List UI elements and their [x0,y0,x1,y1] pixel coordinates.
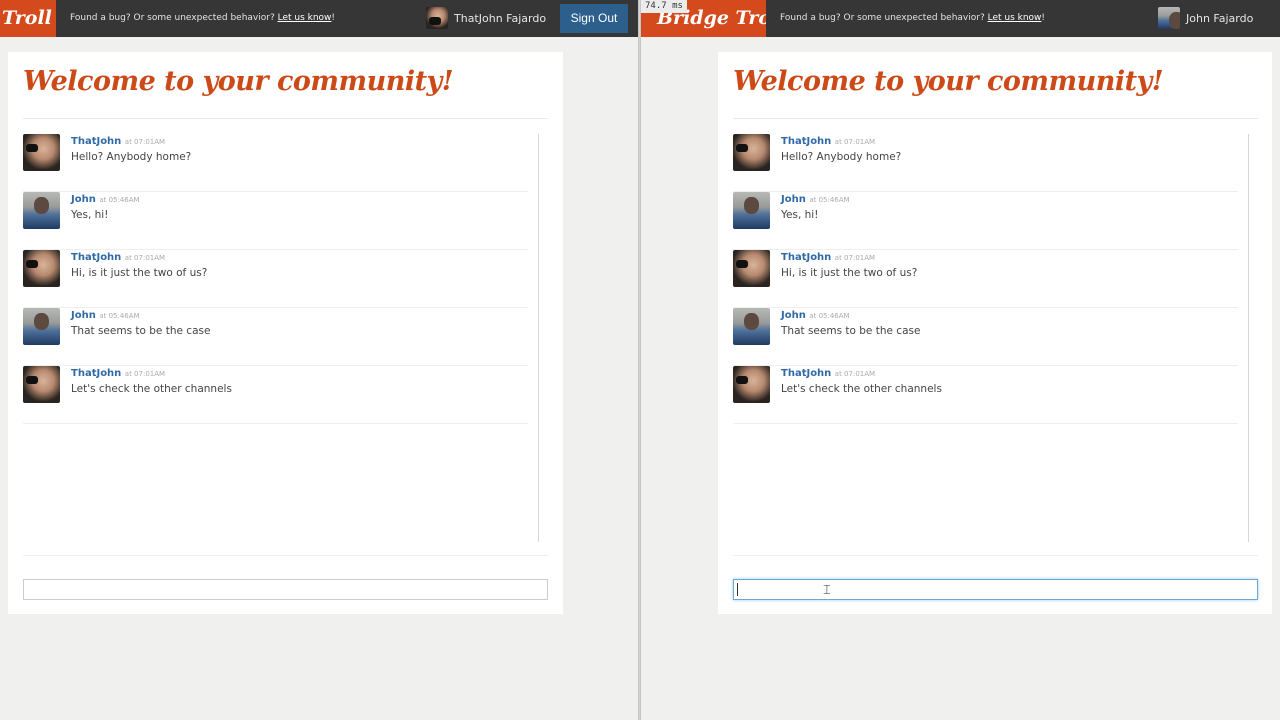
message-timestamp: at 05:46AM [99,312,140,320]
message-item: ThatJohn at 07:01AM Let's check the othe… [733,366,1238,424]
message-input[interactable] [733,579,1258,600]
author-link[interactable]: John [781,310,806,321]
user-name: John Fajardo [1186,11,1254,25]
bug-notice: Found a bug? Or some unexpected behavior… [780,13,1045,23]
message-item: ThatJohn at 07:01AM Hi, is it just the t… [733,250,1238,308]
author-link[interactable]: John [71,310,96,321]
message-timestamp: at 05:46AM [99,196,140,204]
author-link[interactable]: John [71,194,96,205]
user-menu[interactable]: ThatJohn Fajardo [426,7,546,29]
page-title: Welcome to your community! [23,66,454,97]
author-link[interactable]: John [781,194,806,205]
message-text: Let's check the other channels [71,383,232,395]
message-item: ThatJohn at 07:01AM Hi, is it just the t… [23,250,528,308]
author-link[interactable]: ThatJohn [71,368,121,379]
thatjohn-avatar [733,366,770,403]
bug-notice-text: Found a bug? Or some unexpected behavior… [780,13,988,23]
john-avatar [23,308,60,345]
community-card: Welcome to your community! ThatJohn at 0… [718,52,1272,614]
author-link[interactable]: ThatJohn [781,368,831,379]
message-item: John at 05:46AM That seems to be the cas… [23,308,528,366]
navbar: Troll Found a bug? Or some unexpected be… [0,0,638,37]
title-divider [733,118,1258,119]
message-author: John at 05:46AM [71,194,140,205]
render-timing-badge: 74.7 ms [641,0,687,13]
composer-divider [23,555,548,556]
message-item: John at 05:46AM That seems to be the cas… [733,308,1238,366]
message-timestamp: at 07:01AM [834,138,876,146]
message-timestamp: at 07:01AM [124,254,166,262]
title-divider [23,118,548,119]
user-avatar [426,7,448,29]
message-timestamp: at 07:01AM [124,138,166,146]
sign-out-button[interactable]: Sign Out [560,4,628,33]
thatjohn-avatar [23,134,60,171]
user-menu[interactable]: John Fajardo [1158,7,1253,29]
bridge-troll-logo[interactable]: Troll [0,0,56,37]
thatjohn-avatar [733,250,770,287]
message-list[interactable]: ThatJohn at 07:01AM Hello? Anybody home?… [733,134,1249,542]
message-author: ThatJohn at 07:01AM [781,368,875,379]
composer-divider [733,555,1258,556]
thatjohn-avatar [733,134,770,171]
message-item: John at 05:46AM Yes, hi! [733,192,1238,250]
message-item: ThatJohn at 07:01AM Hello? Anybody home? [23,134,528,192]
bug-notice-suffix: ! [331,13,336,23]
right-browser-window: Bridge Troll Found a bug? Or some unexpe… [641,0,1280,720]
john-avatar [23,192,60,229]
navbar: Bridge Troll Found a bug? Or some unexpe… [641,0,1280,37]
left-browser-window: Troll Found a bug? Or some unexpected be… [0,0,638,720]
message-author: John at 05:46AM [71,310,140,321]
message-timestamp: at 05:46AM [809,312,850,320]
user-name: ThatJohn Fajardo [454,11,547,25]
message-author: John at 05:46AM [781,194,850,205]
message-item: John at 05:46AM Yes, hi! [23,192,528,250]
message-text: That seems to be the case [781,325,921,337]
message-timestamp: at 07:01AM [834,254,876,262]
message-author: ThatJohn at 07:01AM [781,136,875,147]
bug-notice: Found a bug? Or some unexpected behavior… [70,13,335,23]
message-list[interactable]: ThatJohn at 07:01AM Hello? Anybody home?… [23,134,539,542]
message-text: Yes, hi! [781,209,819,221]
user-avatar [1158,7,1180,29]
thatjohn-avatar [23,366,60,403]
author-link[interactable]: ThatJohn [781,136,831,147]
message-text: That seems to be the case [71,325,211,337]
message-input[interactable] [23,579,548,600]
message-text: Hello? Anybody home? [781,151,902,163]
message-text: Hello? Anybody home? [71,151,192,163]
john-avatar [733,192,770,229]
message-text: Hi, is it just the two of us? [781,267,918,279]
message-timestamp: at 07:01AM [124,370,166,378]
text-caret [737,583,738,596]
author-link[interactable]: ThatJohn [781,252,831,263]
message-item: ThatJohn at 07:01AM Let's check the othe… [23,366,528,424]
thatjohn-avatar [23,250,60,287]
bug-notice-suffix: ! [1041,13,1046,23]
page-title: Welcome to your community! [733,66,1164,97]
message-author: ThatJohn at 07:01AM [781,252,875,263]
bug-notice-text: Found a bug? Or some unexpected behavior… [70,13,278,23]
message-author: John at 05:46AM [781,310,850,321]
message-text: Let's check the other channels [781,383,942,395]
let-us-know-link[interactable]: Let us know [278,13,332,23]
message-author: ThatJohn at 07:01AM [71,252,165,263]
message-text: Hi, is it just the two of us? [71,267,208,279]
message-timestamp: at 05:46AM [809,196,850,204]
message-author: ThatJohn at 07:01AM [71,368,165,379]
author-link[interactable]: ThatJohn [71,136,121,147]
ibeam-cursor-icon: ⌶ [823,583,831,598]
message-text: Yes, hi! [71,209,109,221]
community-card: Welcome to your community! ThatJohn at 0… [8,52,563,614]
message-author: ThatJohn at 07:01AM [71,136,165,147]
message-item: ThatJohn at 07:01AM Hello? Anybody home? [733,134,1238,192]
let-us-know-link[interactable]: Let us know [988,13,1042,23]
author-link[interactable]: ThatJohn [71,252,121,263]
john-avatar [733,308,770,345]
message-timestamp: at 07:01AM [834,370,876,378]
